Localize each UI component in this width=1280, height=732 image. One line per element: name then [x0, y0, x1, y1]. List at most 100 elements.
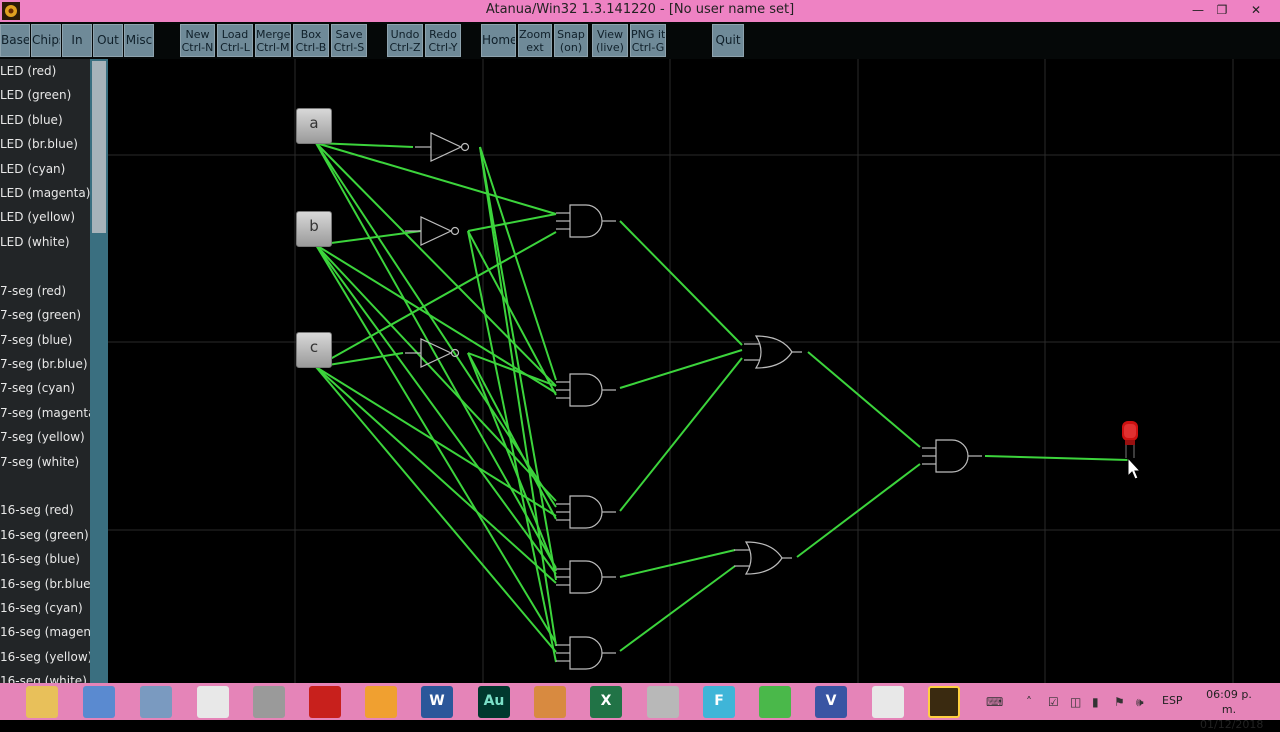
canvas-grid [108, 59, 1280, 683]
or-1-gate [744, 335, 802, 369]
snap-button-label: Snap [557, 28, 585, 41]
save-button[interactable]: Save Ctrl-S [331, 24, 367, 57]
misc-button-label: Misc [125, 33, 153, 47]
excel-icon[interactable]: X [590, 686, 622, 718]
tool-icon[interactable] [253, 686, 285, 718]
sidebar-item[interactable]: 16-seg (green) [0, 528, 89, 542]
view-button-label: View [596, 28, 624, 41]
input-label-c: c [309, 338, 319, 356]
sidebar-item[interactable]: LED (yellow) [0, 210, 75, 224]
undo-button-label: Undo [390, 28, 420, 41]
window-title: Atanua/Win32 1.3.141220 - [No user name … [485, 2, 795, 17]
chart-app-icon[interactable] [759, 686, 791, 718]
sidebar-item[interactable]: 7-seg (green) [0, 308, 81, 322]
battery-icon[interactable]: ▮ [1092, 695, 1099, 709]
sidebar-item[interactable]: 7-seg (cyan) [0, 381, 75, 395]
snap-button[interactable]: Snap (on) [554, 24, 588, 57]
and-2-gate [556, 373, 616, 407]
sidebar-item[interactable]: 7-seg (magenta) [0, 406, 100, 420]
out-button[interactable]: Out [93, 24, 123, 57]
sidebar-item[interactable]: 7-seg (blue) [0, 333, 72, 347]
undo-button-shortcut: Ctrl-Z [389, 41, 421, 54]
close-button[interactable]: ✕ [1241, 0, 1271, 22]
input-switch-b[interactable]: b [296, 211, 332, 247]
sidebar-item[interactable]: LED (cyan) [0, 162, 65, 176]
chrome-icon[interactable] [197, 686, 229, 718]
sidebar-item[interactable]: 7-seg (red) [0, 284, 66, 298]
sidebar-item[interactable]: 16-seg (yellow) [0, 650, 92, 664]
f-app-icon[interactable]: F [703, 686, 735, 718]
audition-icon[interactable]: Au [478, 686, 510, 718]
clock-time: 06:09 p. m. [1206, 688, 1252, 716]
wire [315, 366, 557, 584]
sidebar-item[interactable]: LED (magenta) [0, 186, 90, 200]
misc-button[interactable]: Misc [124, 24, 154, 57]
keyboard-icon[interactable]: ⌨ [986, 695, 1003, 709]
output-led[interactable] [1122, 421, 1138, 458]
file-explorer-icon[interactable] [26, 686, 58, 718]
merge-button[interactable]: Merge Ctrl-M [255, 24, 291, 57]
network-icon[interactable] [140, 686, 172, 718]
png-button-label: PNG it [631, 28, 666, 41]
sidebar-item[interactable]: 16-seg (blue) [0, 552, 80, 566]
redo-button[interactable]: Redo Ctrl-Y [425, 24, 461, 57]
security-icon[interactable]: ☑ [1048, 695, 1059, 709]
out-button-label: Out [97, 33, 119, 47]
sidebar-item[interactable]: 16-seg (magenta [0, 625, 103, 639]
sidebar-item[interactable]: LED (br.blue) [0, 137, 78, 151]
volume-icon[interactable]: 🕪 [1136, 695, 1144, 710]
sidebar-item[interactable]: LED (red) [0, 64, 56, 78]
chevron-up-icon[interactable]: ˄ [1026, 695, 1032, 709]
atanua-icon[interactable] [928, 686, 960, 718]
sidebar-item[interactable]: 7-seg (white) [0, 455, 79, 469]
circuit-canvas[interactable]: a b c [108, 59, 1280, 683]
sidebar-item[interactable]: 16-seg (cyan) [0, 601, 83, 615]
input-label-b: b [309, 217, 319, 235]
circuit-diagram[interactable] [108, 59, 1280, 683]
scrollbar-thumb[interactable] [92, 61, 106, 233]
acrobat-icon[interactable] [309, 686, 341, 718]
utility-icon[interactable] [647, 686, 679, 718]
in-button[interactable]: In [62, 24, 92, 57]
chips-button[interactable]: Chips [31, 24, 61, 57]
sidebar-item[interactable]: LED (blue) [0, 113, 63, 127]
flag-icon[interactable]: ⚑ [1114, 695, 1125, 709]
base-button[interactable]: Base [0, 24, 30, 57]
sidebar-item[interactable]: LED (white) [0, 235, 70, 249]
home-button[interactable]: Home [481, 24, 516, 57]
new-button-label: New [185, 28, 210, 41]
word-icon[interactable]: W [421, 686, 453, 718]
input-switch-a[interactable]: a [296, 108, 332, 144]
visio-icon[interactable]: V [815, 686, 847, 718]
undo-button[interactable]: Undo Ctrl-Z [387, 24, 423, 57]
sidebar-item[interactable]: 7-seg (br.blue) [0, 357, 88, 371]
chrome-2-icon[interactable] [872, 686, 904, 718]
sidebar-item[interactable]: 16-seg (br.blue) [0, 577, 95, 591]
computer-icon[interactable] [83, 686, 115, 718]
and-3-gate [556, 495, 616, 529]
network-icon[interactable]: ◫ [1070, 695, 1081, 709]
new-button[interactable]: New Ctrl-N [180, 24, 215, 57]
wire [807, 351, 921, 448]
view-button[interactable]: View (live) [592, 24, 628, 57]
box-button[interactable]: Box Ctrl-B [293, 24, 329, 57]
png-button[interactable]: PNG it Ctrl-G [630, 24, 666, 57]
baseball-icon[interactable] [534, 686, 566, 718]
sidebar-item[interactable]: 16-seg (red) [0, 503, 74, 517]
sidebar-item[interactable]: 16-seg (white) [0, 674, 87, 683]
zoom-button[interactable]: Zoom ext [518, 24, 552, 57]
mouse-cursor-icon [1127, 456, 1142, 480]
home-button-label: Home [482, 33, 516, 47]
restore-button[interactable]: ❐ [1207, 0, 1237, 22]
load-button[interactable]: Load Ctrl-L [217, 24, 253, 57]
input-switch-c[interactable]: c [296, 332, 332, 368]
language-indicator[interactable]: ESP [1162, 694, 1183, 707]
sidebar-item[interactable]: LED (green) [0, 88, 71, 102]
media-player-icon[interactable] [365, 686, 397, 718]
wire [619, 565, 736, 652]
png-button-shortcut: Ctrl-G [631, 41, 665, 54]
clock[interactable]: 06:09 p. m. 01/12/2018 [1200, 687, 1263, 732]
quit-button[interactable]: Quit [712, 24, 744, 57]
sidebar-item[interactable]: 7-seg (yellow) [0, 430, 85, 444]
sidebar-scrollbar[interactable] [90, 59, 108, 683]
